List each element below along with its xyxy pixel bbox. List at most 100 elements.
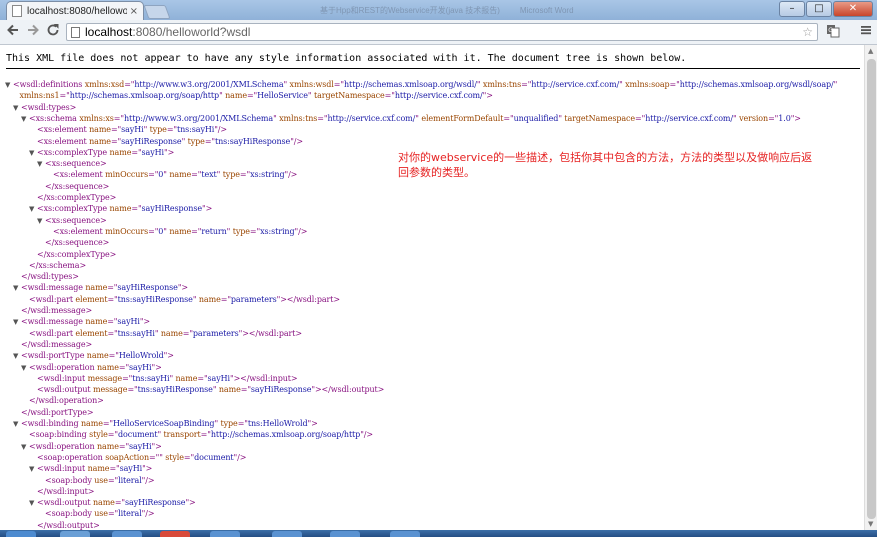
forward-arrow-icon[interactable] <box>24 23 42 41</box>
attr-value: sayHiResponse <box>117 283 178 293</box>
taskbar-button[interactable] <box>330 531 360 537</box>
xml-line: </wsdl:message> <box>5 305 92 316</box>
attr-name: type <box>187 136 205 146</box>
back-arrow-icon[interactable] <box>4 23 22 41</box>
tag-bracket: < <box>21 317 28 327</box>
tag-bracket: < <box>21 351 28 361</box>
tag-bracket: < <box>37 125 44 135</box>
xml-line: <xs:element name="sayHiResponse" type="t… <box>5 136 303 147</box>
taskbar-button[interactable] <box>272 531 302 537</box>
minimize-button[interactable]: – <box>779 1 805 17</box>
attr-equals: =" <box>107 509 119 519</box>
xml-line: ▼ <xs:schema xmlns:xs="http://www.w3.org/… <box>5 113 801 124</box>
xml-line: ▼ <xs:sequence> <box>5 158 107 169</box>
url-text[interactable]: localhost:8080/helloworld?wsdl <box>85 25 250 39</box>
attr-quote: " <box>273 113 277 123</box>
taskbar-button[interactable] <box>60 531 90 537</box>
tag-name: xs:schema <box>38 260 80 270</box>
tag-name: soap:body <box>51 509 92 519</box>
tag-bracket: > <box>280 294 287 304</box>
attr-name: use <box>94 475 108 485</box>
xml-line: </wsdl:portType> <box>5 407 94 418</box>
xml-line: </wsdl:types> <box>5 271 79 282</box>
url-path: :8080/helloworld?wsdl <box>132 25 251 39</box>
tag-name: soap:binding <box>35 430 87 440</box>
attr-value: sayHiResponse <box>121 136 182 146</box>
attr-equals: =" <box>59 91 70 101</box>
tag-bracket: </ <box>37 193 47 202</box>
tag-bracket: /> <box>145 509 155 519</box>
attr-name: name <box>85 317 108 327</box>
browser-tab[interactable]: localhost:8080/hellowo × <box>6 1 144 20</box>
attr-equals: =" <box>220 294 231 304</box>
attr-name: soapAction <box>105 452 150 462</box>
tag-bracket: </ <box>21 407 31 417</box>
tag-bracket: < <box>21 283 28 293</box>
translate-icon[interactable]: G <box>826 24 840 42</box>
tag-name: wsdl:output <box>330 385 378 395</box>
attr-quote: " <box>181 136 186 146</box>
tag-bracket: < <box>37 498 44 508</box>
attr-quote: " <box>619 80 623 89</box>
taskbar-button[interactable] <box>6 531 36 537</box>
xml-line: ▼ <wsdl:types> <box>5 102 76 113</box>
address-bar[interactable]: localhost:8080/helloworld?wsdl ☆ <box>66 23 818 41</box>
tag-name: soap:operation <box>43 452 103 462</box>
attr-name: targetNamespace <box>564 113 636 123</box>
tag-name: xs:complexType <box>43 204 108 214</box>
tag-bracket: > <box>100 159 107 169</box>
reload-icon[interactable] <box>44 23 62 41</box>
attr-quote: " <box>143 125 148 135</box>
attr-name: style <box>165 452 184 462</box>
attr-value: tns:sayHiResponse <box>117 294 193 304</box>
tag-name: wsdl:input <box>249 373 291 383</box>
tag-bracket: </ <box>45 181 55 191</box>
tag-bracket: < <box>29 362 36 372</box>
scroll-thumb[interactable] <box>867 59 876 519</box>
attr-value: http://service.cxf.com/ <box>327 113 416 123</box>
page-info-icon[interactable] <box>71 26 80 38</box>
attr-name: element <box>75 328 108 338</box>
attr-name: name <box>97 362 119 372</box>
xml-line: ▼ <wsdl:output name="sayHiResponse"> <box>5 497 196 508</box>
tag-bracket: > <box>79 260 87 270</box>
attr-value: http://schemas.xmlsoap.org/soap/http <box>210 430 361 440</box>
attr-equals: =" <box>107 317 118 327</box>
hamburger-menu-icon[interactable] <box>860 24 872 41</box>
new-tab-button[interactable] <box>143 5 171 19</box>
tag-bracket: > <box>145 464 153 474</box>
scroll-down-arrow-icon[interactable]: ▼ <box>868 520 873 528</box>
attr-value: sayHiResponse <box>141 204 203 214</box>
bookmark-star-icon[interactable]: ☆ <box>802 24 813 40</box>
taskbar-button[interactable] <box>112 531 142 537</box>
attr-equals: =" <box>204 136 215 146</box>
attr-equals: =" <box>127 385 138 395</box>
tab-close-icon[interactable]: × <box>130 6 138 17</box>
attr-name: xmlns:soap <box>625 80 670 89</box>
attr-quote: " <box>476 80 481 89</box>
taskbar-button[interactable] <box>160 531 190 537</box>
scroll-up-arrow-icon[interactable]: ▲ <box>868 47 873 55</box>
attr-quote: " <box>415 113 419 123</box>
close-window-button[interactable]: ✕ <box>833 1 873 17</box>
xml-line: <wsdl:part element="tns:sayHi" name="par… <box>5 328 302 339</box>
tag-name: xs:complexType <box>43 147 108 157</box>
taskbar-button[interactable] <box>390 531 420 537</box>
attr-equals: =" <box>107 475 119 485</box>
maximize-button[interactable]: □ <box>806 1 832 17</box>
attr-name: name <box>169 170 192 180</box>
attr-value: http://service.cxf.com/ <box>394 91 483 101</box>
tag-bracket: > <box>242 328 249 338</box>
taskbar-button[interactable] <box>210 531 240 537</box>
tag-name: wsdl:input <box>46 486 88 496</box>
tag-bracket: > <box>314 385 322 395</box>
xml-line: ▼ <wsdl:input name="sayHi"> <box>5 463 152 474</box>
attr-value: literal <box>118 475 142 485</box>
xml-line: ▼ <wsdl:operation name="sayHi"> <box>5 362 162 373</box>
xml-line: ▼ <wsdl:message name="sayHi"> <box>5 316 150 327</box>
vertical-scrollbar[interactable]: ▲ ▼ <box>864 45 877 530</box>
tag-bracket: < <box>29 430 36 440</box>
attr-value: http://service.cxf.com/ <box>531 80 620 89</box>
url-host: localhost <box>85 25 133 39</box>
xml-line: </wsdl:output> <box>5 520 100 530</box>
